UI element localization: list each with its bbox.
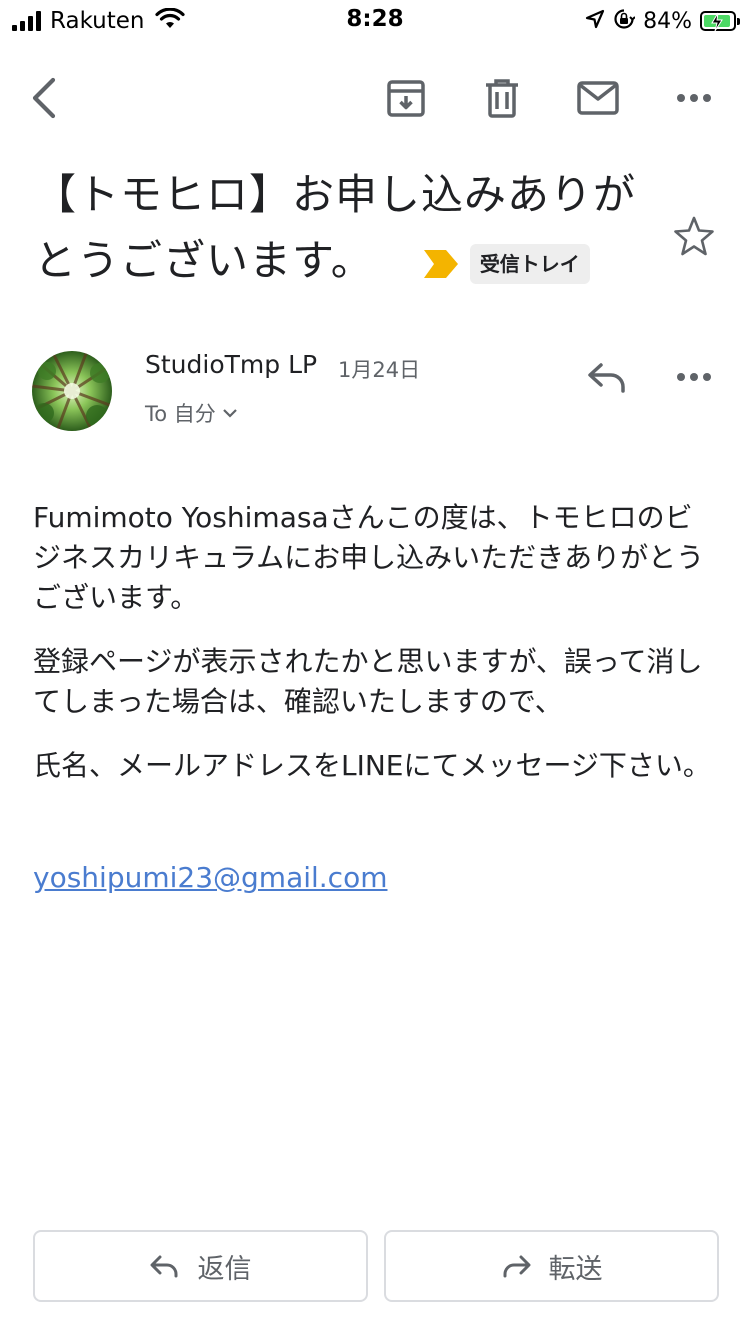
status-bar: Rakuten 8:28 84% bbox=[0, 0, 750, 40]
label-group: 受信トレイ bbox=[423, 243, 590, 284]
email-body: Fumimoto Yoshimasaさんこの度は、トモヒロのビジネスカリキュラム… bbox=[33, 498, 713, 922]
location-icon bbox=[585, 9, 605, 33]
importance-marker-icon bbox=[423, 249, 458, 278]
delete-button[interactable] bbox=[474, 70, 530, 126]
rotation-lock-icon bbox=[613, 8, 636, 34]
star-button[interactable] bbox=[672, 214, 716, 258]
sender-name: StudioTmp LP bbox=[145, 350, 318, 379]
more-options-button[interactable] bbox=[666, 70, 722, 126]
battery-icon bbox=[700, 11, 740, 32]
chevron-left-icon bbox=[32, 77, 56, 119]
body-paragraph: 氏名、メールアドレスをLINEにてメッセージ下さい。 bbox=[33, 749, 711, 782]
back-button[interactable] bbox=[16, 70, 72, 126]
forward-button[interactable]: 転送 bbox=[384, 1230, 719, 1302]
forward-label: 転送 bbox=[548, 1253, 603, 1285]
message-more-button[interactable] bbox=[666, 352, 722, 402]
mark-unread-button[interactable] bbox=[570, 70, 626, 126]
more-horiz-icon bbox=[677, 373, 711, 381]
recipient-text: To 自分 bbox=[145, 402, 216, 426]
more-horiz-icon bbox=[677, 94, 711, 102]
archive-icon bbox=[387, 80, 425, 117]
archive-button[interactable] bbox=[378, 70, 434, 126]
reply-button[interactable] bbox=[582, 352, 632, 402]
reply-icon bbox=[150, 1255, 177, 1278]
reply-icon bbox=[588, 363, 625, 393]
trash-icon bbox=[486, 79, 518, 118]
body-paragraph: Fumimoto Yoshimasaさんこの度は、トモヒロのビジネスカリキュラム… bbox=[33, 501, 705, 614]
star-icon bbox=[674, 216, 714, 256]
reply-bottom-button[interactable]: 返信 bbox=[33, 1230, 368, 1302]
forward-icon bbox=[503, 1255, 530, 1278]
email-subject: 【トモヒロ】お申し込みありがとうございます。 受信トレイ bbox=[34, 162, 654, 294]
recipient-details-toggle[interactable]: To 自分 bbox=[145, 398, 238, 428]
status-right: 84% bbox=[585, 6, 740, 36]
chevron-down-icon bbox=[223, 409, 237, 418]
inbox-label-chip[interactable]: 受信トレイ bbox=[469, 243, 590, 284]
mail-icon bbox=[577, 81, 619, 115]
body-paragraph: 登録ページが表示されたかと思いますが、誤って消してしまった場合は、確認いたします… bbox=[33, 645, 703, 718]
avatar[interactable] bbox=[32, 351, 112, 431]
toolbar bbox=[0, 56, 750, 136]
sent-date: 1月24日 bbox=[338, 358, 421, 382]
reply-label: 返信 bbox=[197, 1253, 252, 1285]
email-link[interactable]: yoshipumi23@gmail.com bbox=[33, 861, 387, 894]
battery-percent: 84% bbox=[643, 8, 692, 34]
